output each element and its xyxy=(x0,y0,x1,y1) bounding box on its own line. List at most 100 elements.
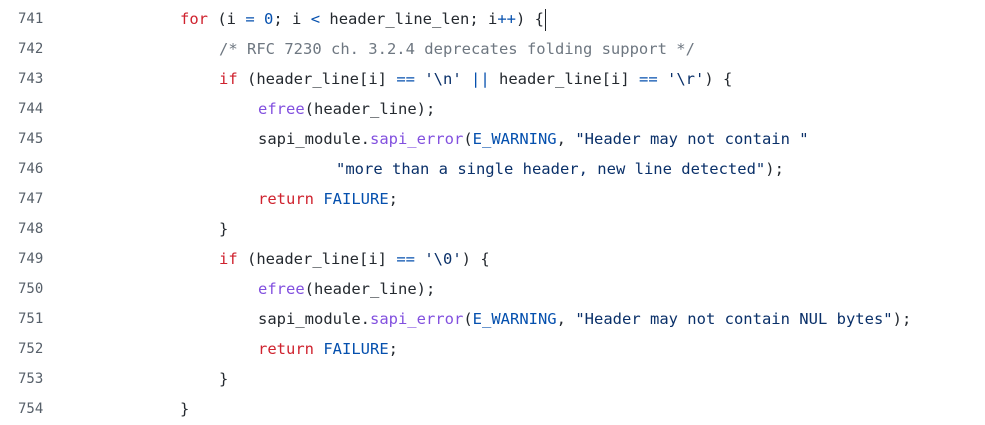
line-number: 742 xyxy=(18,41,44,57)
code-token: header_line_len; i xyxy=(320,10,498,28)
code-view[interactable]: 741 for (i = 0; i < header_line_len; i++)… xyxy=(0,4,985,424)
code-text[interactable]: efree(header_line); xyxy=(258,274,435,304)
code-token: return xyxy=(258,190,314,208)
code-token: ++ xyxy=(497,10,517,28)
line-number: 746 xyxy=(18,161,44,177)
code-line[interactable]: 752 return FAILURE; xyxy=(0,334,985,364)
code-token: ); xyxy=(892,310,912,328)
code-token: } xyxy=(219,370,229,388)
code-token: ( xyxy=(463,130,473,148)
code-token: == xyxy=(396,70,415,88)
code-token: sapi_error xyxy=(369,310,464,328)
code-token: /* RFC 7230 ch. 3.2.4 deprecates folding… xyxy=(219,40,695,58)
code-line[interactable]: 744 efree(header_line); xyxy=(0,94,985,124)
code-line[interactable]: 751 sapi_module.sapi_error(E_WARNING, "He… xyxy=(0,304,985,334)
line-number: 748 xyxy=(18,221,44,237)
code-token: (header_line[i] xyxy=(237,70,397,88)
code-text[interactable]: if (header_line[i] == '\n' || header_lin… xyxy=(219,64,732,94)
line-number: 749 xyxy=(18,251,44,267)
code-token: FAILURE xyxy=(323,190,389,208)
code-token: ( xyxy=(463,310,473,328)
code-token: (header_line); xyxy=(304,100,436,118)
code-text[interactable]: for (i = 0; i < header_line_len; i++) { xyxy=(180,4,547,34)
line-number: 747 xyxy=(18,191,44,207)
code-token: ; xyxy=(388,340,399,358)
code-line[interactable]: 748} xyxy=(0,214,985,244)
code-token: if xyxy=(219,250,238,268)
line-number: 752 xyxy=(18,341,44,357)
code-token: == xyxy=(396,250,415,268)
code-token: return xyxy=(258,340,314,358)
code-token: ) { xyxy=(704,70,733,88)
code-token: , xyxy=(556,130,576,148)
code-token: ) { xyxy=(461,250,490,268)
code-line[interactable]: 745 sapi_module.sapi_error(E_WARNING, "He… xyxy=(0,124,985,154)
code-token: '\n' xyxy=(424,70,462,88)
code-token: == xyxy=(638,70,658,88)
code-text[interactable]: "more than a single header, new line det… xyxy=(336,154,784,184)
code-token: '\0' xyxy=(424,250,462,268)
code-token: < xyxy=(310,10,321,28)
code-token: } xyxy=(219,220,229,238)
code-text[interactable]: sapi_module.sapi_error(E_WARNING, "Heade… xyxy=(258,124,809,154)
code-token: ); xyxy=(765,160,784,178)
line-number: 745 xyxy=(18,131,44,147)
code-line[interactable]: 754} xyxy=(0,394,985,424)
code-token: efree xyxy=(258,280,305,298)
code-token: for xyxy=(180,10,208,28)
code-line[interactable]: 743 if (header_line[i] == '\n' || header_… xyxy=(0,64,985,94)
line-number: 751 xyxy=(18,311,44,327)
code-line[interactable]: 749 if (header_line[i] == '\0') { xyxy=(0,244,985,274)
line-number: 743 xyxy=(18,71,44,87)
code-token: FAILURE xyxy=(323,340,389,358)
code-text[interactable]: } xyxy=(180,394,189,424)
line-number: 754 xyxy=(18,401,44,417)
code-line[interactable]: 742 /* RFC 7230 ch. 3.2.4 deprecates fold… xyxy=(0,34,985,64)
code-token: efree xyxy=(258,100,305,118)
code-line[interactable]: 753} xyxy=(0,364,985,394)
code-token: E_WARNING xyxy=(472,130,557,148)
line-number: 750 xyxy=(18,281,44,297)
code-token: 0 xyxy=(264,10,274,28)
code-text[interactable]: return FAILURE; xyxy=(258,184,398,214)
code-text[interactable]: } xyxy=(219,364,228,394)
code-token: if xyxy=(219,70,238,88)
code-token: , xyxy=(556,310,576,328)
code-text[interactable]: return FAILURE; xyxy=(258,334,398,364)
code-token: ) { xyxy=(516,10,545,28)
code-line[interactable]: 741 for (i = 0; i < header_line_len; i++)… xyxy=(0,4,985,34)
line-number: 753 xyxy=(18,371,44,387)
code-line[interactable]: 746 "more than a single header, new line … xyxy=(0,154,985,184)
code-text[interactable]: if (header_line[i] == '\0') { xyxy=(219,244,490,274)
line-number: 744 xyxy=(18,101,44,117)
code-token: "Header may not contain NUL bytes" xyxy=(575,310,893,328)
code-line[interactable]: 747 return FAILURE; xyxy=(0,184,985,214)
code-token: sapi_error xyxy=(369,130,464,148)
code-token: (header_line); xyxy=(304,280,436,298)
code-token: "Header may not contain " xyxy=(575,130,809,148)
code-token: '\r' xyxy=(667,70,705,88)
code-text[interactable]: sapi_module.sapi_error(E_WARNING, "Heade… xyxy=(258,304,911,334)
code-token: sapi_module. xyxy=(258,310,370,328)
code-token: ; i xyxy=(273,10,311,28)
code-token: = xyxy=(245,10,255,28)
code-line[interactable]: 750 efree(header_line); xyxy=(0,274,985,304)
code-token: sapi_module. xyxy=(258,130,370,148)
code-token: "more than a single header, new line det… xyxy=(336,160,766,178)
code-token: || xyxy=(471,70,490,88)
code-token: } xyxy=(180,400,190,418)
code-token: (header_line[i] xyxy=(237,250,397,268)
code-text[interactable]: efree(header_line); xyxy=(258,94,435,124)
code-text[interactable]: /* RFC 7230 ch. 3.2.4 deprecates folding… xyxy=(219,34,695,64)
code-token: (i xyxy=(208,10,246,28)
code-text[interactable]: } xyxy=(219,214,228,244)
text-cursor xyxy=(545,8,547,31)
code-token: E_WARNING xyxy=(472,310,557,328)
